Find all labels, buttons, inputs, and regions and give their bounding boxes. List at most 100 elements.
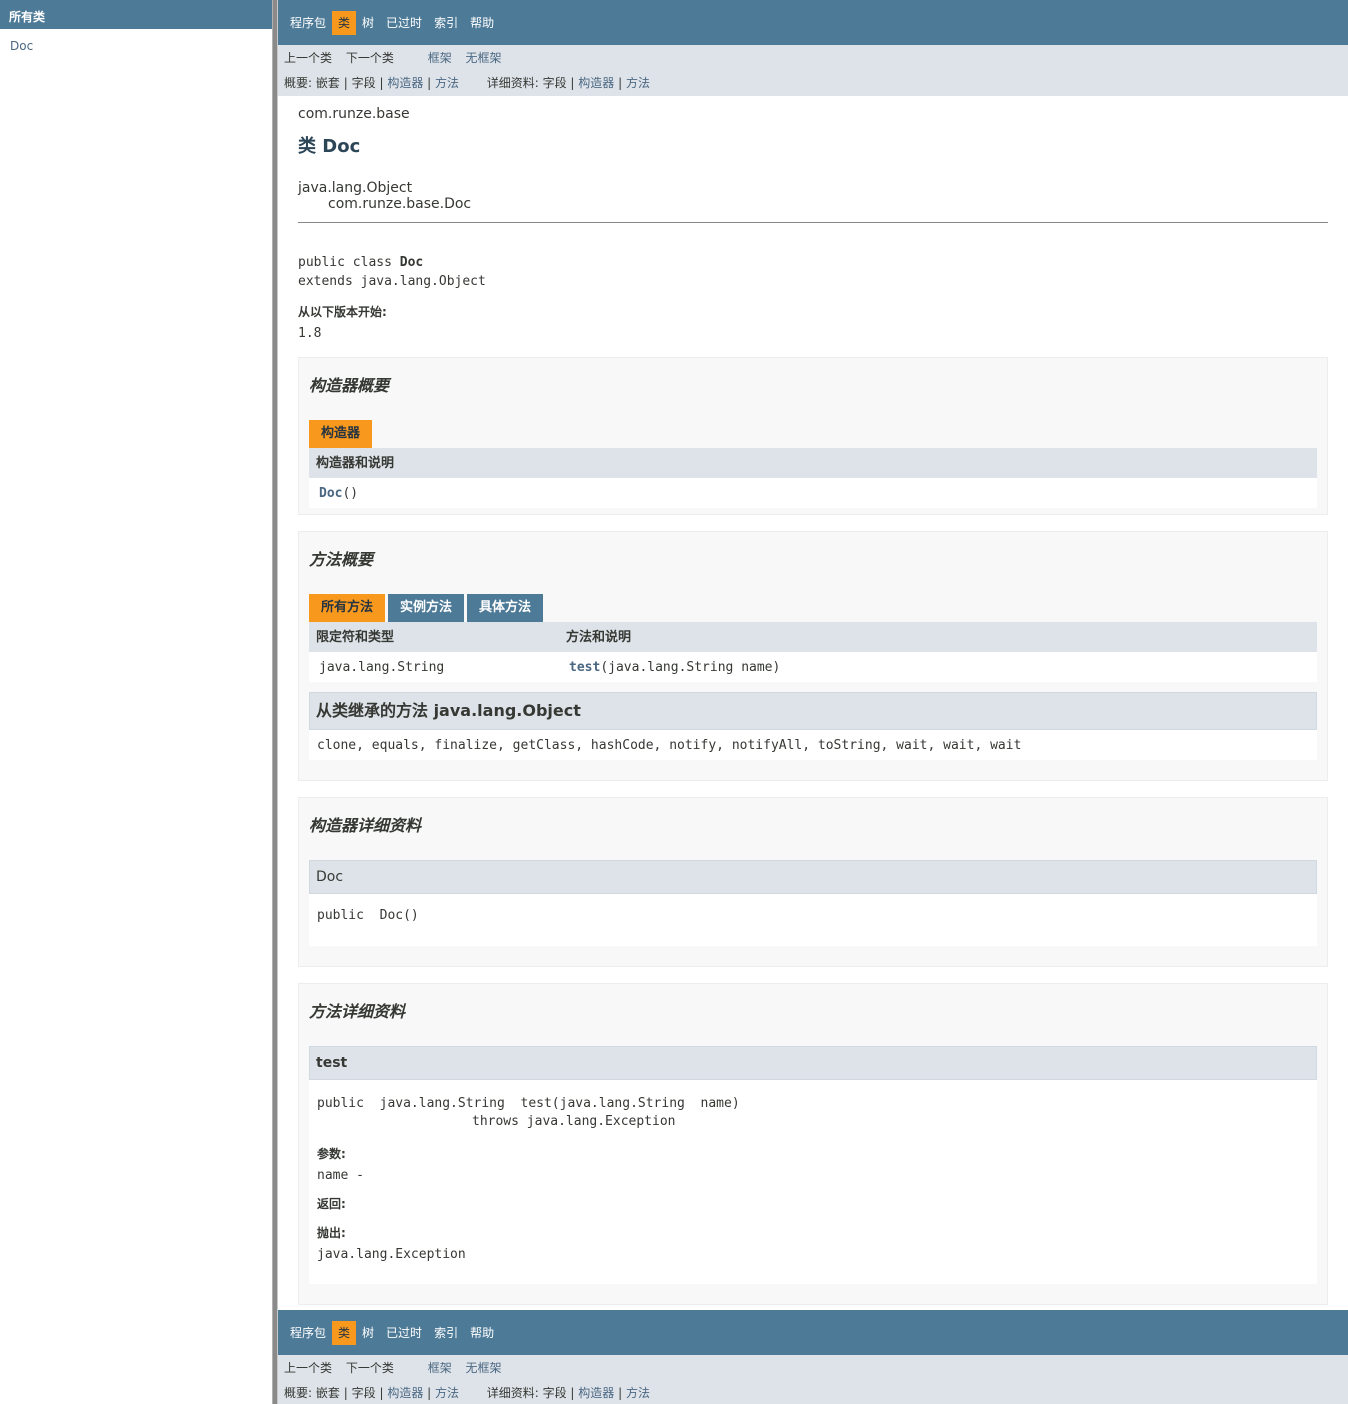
page-title: 类 Doc — [298, 136, 361, 157]
method-link-test[interactable]: test — [569, 660, 600, 675]
nav-class: 类 — [332, 10, 357, 35]
method-params: (java.lang.String name) — [600, 660, 781, 675]
method-table-header: 限定符和类型 方法和说明 — [309, 622, 1317, 652]
since-label: 从以下版本开始: — [298, 305, 387, 319]
bottom-navbar: 程序包 类 树 已过时 索引 帮助 — [278, 1310, 1348, 1355]
constructor-detail-name: Doc — [309, 860, 1317, 894]
separator: | — [379, 76, 384, 90]
detail-method-link[interactable]: 方法 — [626, 76, 650, 90]
detail-label: 详细资料: — [486, 76, 539, 90]
class-list: Doc — [0, 29, 272, 63]
detail-label: 详细资料: — [486, 1386, 539, 1400]
summary-label: 概要: — [284, 76, 313, 90]
constructor-detail-heading: 构造器详细资料 — [309, 816, 422, 835]
table-row: java.lang.String test(java.lang.String n… — [309, 652, 1317, 682]
prev-class: 上一个类 — [284, 51, 333, 65]
divider — [298, 222, 1328, 223]
column-header-method: 方法和说明 — [566, 630, 632, 645]
frames-link[interactable]: 框架 — [428, 51, 452, 65]
nav-class: 类 — [332, 1320, 357, 1345]
summary-constructor-link[interactable]: 构造器 — [387, 1386, 423, 1400]
detail-field: 字段 — [542, 1386, 567, 1400]
nav-tree[interactable]: 树 — [356, 11, 380, 35]
separator: | — [379, 1386, 384, 1400]
method-summary-heading: 方法概要 — [309, 550, 374, 569]
inheritance-tree: java.lang.Object com.runze.base.Doc — [298, 180, 1328, 212]
nav-deprecated[interactable]: 已过时 — [380, 11, 428, 35]
method-throws-clause: throws java.lang.Exception — [472, 1114, 676, 1129]
constructor-summary-heading: 构造器概要 — [309, 376, 390, 395]
constructor-table-header: 构造器和说明 — [309, 448, 1317, 478]
summary-field: 字段 — [351, 76, 376, 90]
tab-concrete-methods[interactable]: 具体方法 — [467, 594, 544, 622]
since-value: 1.8 — [298, 326, 322, 341]
column-header: 构造器和说明 — [316, 456, 395, 471]
summary-nested: 嵌套 — [315, 76, 340, 90]
frames-link[interactable]: 框架 — [428, 1361, 452, 1375]
summary-method-link[interactable]: 方法 — [435, 1386, 459, 1400]
declaration-name: Doc — [399, 255, 424, 270]
inherited-methods-heading: 从类继承的方法 java.lang.Object — [309, 692, 1317, 730]
detail-method-link[interactable]: 方法 — [626, 1386, 650, 1400]
method-detail-heading: 方法详细资料 — [309, 1002, 406, 1021]
detail-constructor-link[interactable]: 构造器 — [578, 1386, 614, 1400]
inherited-methods-list: clone, equals, finalize, getClass, hashC… — [309, 730, 1317, 760]
separator: | — [427, 1386, 432, 1400]
next-class: 下一个类 — [345, 51, 394, 65]
throws-label: 抛出: — [317, 1226, 346, 1240]
method-detail-name: test — [309, 1046, 1317, 1080]
top-navbar: 程序包 类 树 已过时 索引 帮助 — [278, 0, 1348, 45]
nav-help[interactable]: 帮助 — [464, 11, 500, 35]
detail-constructor-link[interactable]: 构造器 — [578, 76, 614, 90]
class-content: com.runze.base 类 Doc java.lang.Object co… — [278, 106, 1348, 1305]
nav-deprecated[interactable]: 已过时 — [380, 1321, 428, 1345]
method-detail-body: public java.lang.String test(java.lang.S… — [309, 1080, 1317, 1284]
method-summary: 方法概要 所有方法 实例方法 具体方法 限定符和类型 方法和说明 java.la… — [298, 531, 1328, 781]
separator: | — [570, 76, 575, 90]
child-class: com.runze.base.Doc — [328, 196, 472, 212]
table-row: Doc() — [309, 478, 1317, 508]
method-detail: 方法详细资料 test public java.lang.String test… — [298, 983, 1328, 1305]
constructor-signature: public Doc() — [317, 908, 419, 923]
parent-class: java.lang.Object — [298, 180, 413, 196]
constructor-link-doc[interactable]: Doc — [319, 486, 342, 501]
nav-package[interactable]: 程序包 — [284, 1321, 332, 1345]
method-signature: public java.lang.String test(java.lang.S… — [317, 1096, 740, 1111]
class-declaration: public class Doc extends java.lang.Objec… — [298, 253, 1328, 291]
constructor-summary: 构造器概要 构造器 构造器和说明 Doc() — [298, 357, 1328, 515]
nav-package[interactable]: 程序包 — [284, 11, 332, 35]
separator: | — [343, 76, 348, 90]
detail-field: 字段 — [542, 76, 567, 90]
tab-constructors: 构造器 — [309, 420, 373, 448]
params-value: name - — [317, 1168, 364, 1183]
tab-instance-methods[interactable]: 实例方法 — [388, 594, 465, 622]
no-frames-link[interactable]: 无框架 — [466, 1361, 502, 1375]
summary-nested: 嵌套 — [315, 1386, 340, 1400]
nav-tree[interactable]: 树 — [356, 1321, 380, 1345]
bottom-sub-navbar: 上一个类 下一个类 框架 无框架 概要: 嵌套 | 字段 | 构造器 | 方法 … — [278, 1355, 1348, 1404]
tab-all-methods[interactable]: 所有方法 — [309, 594, 386, 622]
separator: | — [618, 1386, 623, 1400]
class-link-doc[interactable]: Doc — [10, 39, 33, 53]
returns-label: 返回: — [317, 1197, 346, 1211]
method-return-type: java.lang.String — [319, 660, 445, 675]
prev-class: 上一个类 — [284, 1361, 333, 1375]
separator: | — [618, 76, 623, 90]
column-header-type: 限定符和类型 — [316, 630, 395, 645]
separator: | — [570, 1386, 575, 1400]
summary-method-link[interactable]: 方法 — [435, 76, 459, 90]
constructor-params: () — [342, 486, 359, 501]
nav-index[interactable]: 索引 — [428, 1321, 464, 1345]
separator: | — [427, 76, 432, 90]
constructor-detail-body: public Doc() — [309, 894, 1317, 946]
declaration-prefix: public class — [298, 255, 400, 270]
class-frame: 程序包 类 树 已过时 索引 帮助 上一个类 下一个类 框架 无框架 概要: 嵌… — [278, 0, 1348, 1404]
nav-help[interactable]: 帮助 — [464, 1321, 500, 1345]
nav-index[interactable]: 索引 — [428, 11, 464, 35]
summary-label: 概要: — [284, 1386, 313, 1400]
all-classes-frame: 所有类 Doc — [0, 0, 272, 1404]
constructor-detail: 构造器详细资料 Doc public Doc() — [298, 797, 1328, 967]
no-frames-link[interactable]: 无框架 — [466, 51, 502, 65]
separator: | — [343, 1386, 348, 1400]
summary-constructor-link[interactable]: 构造器 — [387, 76, 423, 90]
